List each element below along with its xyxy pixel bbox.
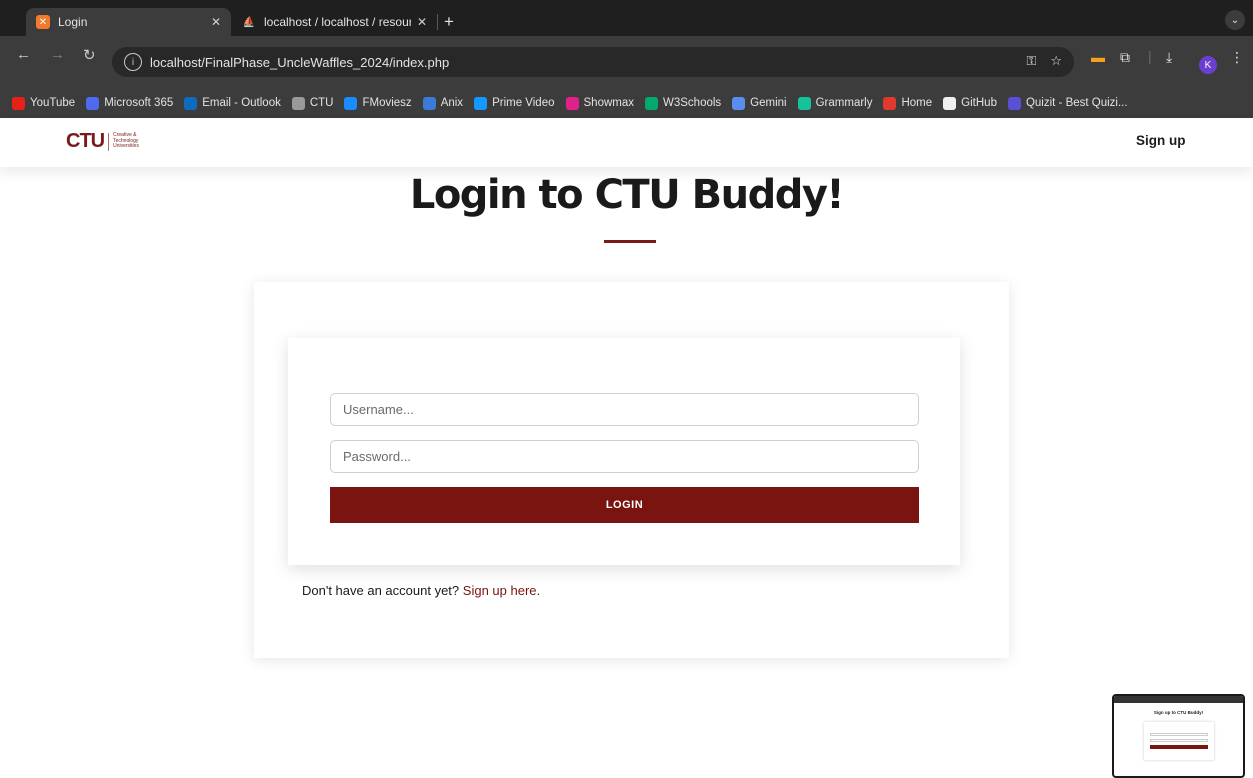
password-input[interactable]	[330, 440, 919, 473]
bookmark-favicon-icon	[474, 96, 488, 110]
new-tab-icon[interactable]: +	[444, 12, 454, 32]
bookmark-item[interactable]: W3Schools	[645, 96, 722, 110]
bookmark-item[interactable]: FMoviesz	[344, 96, 412, 110]
bookmark-label: Quizit - Best Quizi...	[1025, 97, 1128, 109]
close-tab-icon[interactable]: ✕	[211, 15, 221, 29]
thumbnail-chrome	[1114, 696, 1243, 703]
download-icon[interactable]: ⤓	[1166, 49, 1172, 66]
account-prompt-text: Don't have an account yet?	[302, 583, 460, 598]
extension-icon[interactable]: ▬	[1091, 49, 1105, 65]
bookmark-item[interactable]: GitHub	[943, 96, 997, 110]
page-title: Login to CTU Buddy!	[409, 172, 845, 218]
bookmark-favicon-icon	[86, 96, 100, 110]
header-signup-link[interactable]: Sign up	[1136, 133, 1186, 148]
bookmark-favicon-icon	[883, 96, 897, 110]
ctu-logo[interactable]: CTU Creative & Technology Universities	[66, 130, 139, 153]
account-suffix: .	[536, 583, 541, 598]
bookmark-label: YouTube	[30, 97, 76, 109]
bookmark-label: Email - Outlook	[202, 97, 281, 109]
bookmark-label: Showmax	[583, 97, 635, 109]
password-key-icon[interactable]: ⚿	[1026, 53, 1036, 69]
thumbnail-field	[1150, 739, 1208, 742]
bookmark-item[interactable]: Microsoft 365	[86, 96, 174, 110]
bookmark-label: W3Schools	[663, 97, 722, 109]
extensions-puzzle-icon[interactable]: ⧉	[1120, 49, 1130, 66]
bookmark-label: Microsoft 365	[104, 97, 174, 109]
login-button[interactable]: LOGIN	[330, 487, 919, 523]
browser-toolbar: ← → ↻ i localhost/FinalPhase_UncleWaffle…	[0, 36, 1253, 88]
logo-divider	[108, 132, 110, 151]
toolbar-divider: |	[1148, 48, 1152, 64]
logo-mark: CTU	[66, 130, 105, 152]
logo-text-line: Universities	[113, 143, 139, 150]
bookmark-favicon-icon	[12, 96, 25, 110]
thumbnail-title: Sign up to CTU Buddy!	[1153, 710, 1204, 715]
bookmark-item[interactable]: Prime Video	[474, 96, 555, 110]
bookmark-favicon-icon	[184, 96, 198, 110]
bookmark-label: Anix	[440, 97, 464, 109]
bookmark-label: Prime Video	[492, 97, 555, 109]
bookmark-label: GitHub	[961, 97, 997, 109]
profile-avatar[interactable]: K	[1199, 56, 1217, 74]
bookmark-label: CTU	[309, 97, 334, 109]
bookmark-item[interactable]: Quizit - Best Quizi...	[1007, 96, 1128, 110]
bookmark-favicon-icon	[565, 96, 579, 110]
screenshot-thumbnail[interactable]: Sign up to CTU Buddy!	[1112, 694, 1245, 778]
signup-prompt: Don't have an account yet? Sign up here.	[302, 583, 540, 598]
tab-phpmyadmin[interactable]: ⛵ localhost / localhost / resourc ✕	[232, 8, 437, 36]
logo-text: Creative & Technology Universities	[113, 133, 139, 150]
close-tab-icon[interactable]: ✕	[417, 15, 427, 29]
tab-search-icon[interactable]: ⌄	[1225, 10, 1245, 30]
phpmyadmin-icon: ⛵	[242, 16, 256, 28]
bookmark-label: Grammarly	[815, 97, 873, 109]
tab-login[interactable]: ✕ Login ✕	[26, 8, 231, 36]
bookmark-favicon-icon	[344, 96, 358, 110]
thumbnail-field	[1150, 733, 1208, 736]
bookmark-favicon-icon	[797, 96, 811, 110]
bookmark-item[interactable]: Home	[883, 96, 933, 110]
xampp-icon: ✕	[36, 15, 50, 29]
bookmark-favicon-icon	[1007, 96, 1021, 110]
back-icon[interactable]: ←	[16, 46, 31, 63]
bookmark-item[interactable]: Gemini	[732, 96, 787, 110]
tab-title: Login	[58, 15, 88, 29]
bookmark-label: Gemini	[750, 97, 787, 109]
browser-tab-bar: ✕ Login ✕ ⛵ localhost / localhost / reso…	[0, 0, 1253, 36]
title-underline	[604, 240, 656, 243]
tab-separator	[437, 14, 438, 30]
reload-icon[interactable]: ↻	[83, 46, 96, 64]
username-input[interactable]	[330, 393, 919, 426]
signup-here-link[interactable]: Sign up here	[463, 583, 537, 598]
thumbnail-button	[1150, 745, 1208, 749]
menu-kebab-icon[interactable]: ⋮	[1230, 49, 1244, 66]
tab-title: localhost / localhost / resourc	[264, 15, 411, 29]
bookmark-item[interactable]: Showmax	[565, 96, 635, 110]
forward-icon[interactable]: →	[50, 46, 65, 63]
site-header	[0, 118, 1253, 167]
bookmark-item[interactable]: YouTube	[12, 96, 76, 110]
url-text: localhost/FinalPhase_UncleWaffles_2024/i…	[150, 54, 450, 70]
bookmark-star-icon[interactable]: ☆	[1050, 53, 1062, 69]
address-bar[interactable]: i localhost/FinalPhase_UncleWaffles_2024…	[112, 47, 1074, 77]
bookmark-item[interactable]: CTU	[291, 96, 334, 110]
bookmark-favicon-icon	[422, 96, 436, 110]
site-info-icon[interactable]: i	[124, 53, 142, 71]
bookmark-favicon-icon	[291, 96, 305, 110]
bookmark-label: FMoviesz	[362, 97, 412, 109]
bookmark-item[interactable]: Anix	[422, 96, 464, 110]
bookmark-favicon-icon	[645, 96, 658, 110]
bookmark-favicon-icon	[732, 96, 746, 110]
bookmark-item[interactable]: Email - Outlook	[184, 96, 281, 110]
bookmarks-bar: YouTube Microsoft 365 Email - Outlook CTU FM…	[0, 88, 1253, 118]
bookmark-label: Home	[901, 97, 933, 109]
bookmark-favicon-icon	[943, 96, 957, 110]
bookmark-item[interactable]: Grammarly	[797, 96, 873, 110]
